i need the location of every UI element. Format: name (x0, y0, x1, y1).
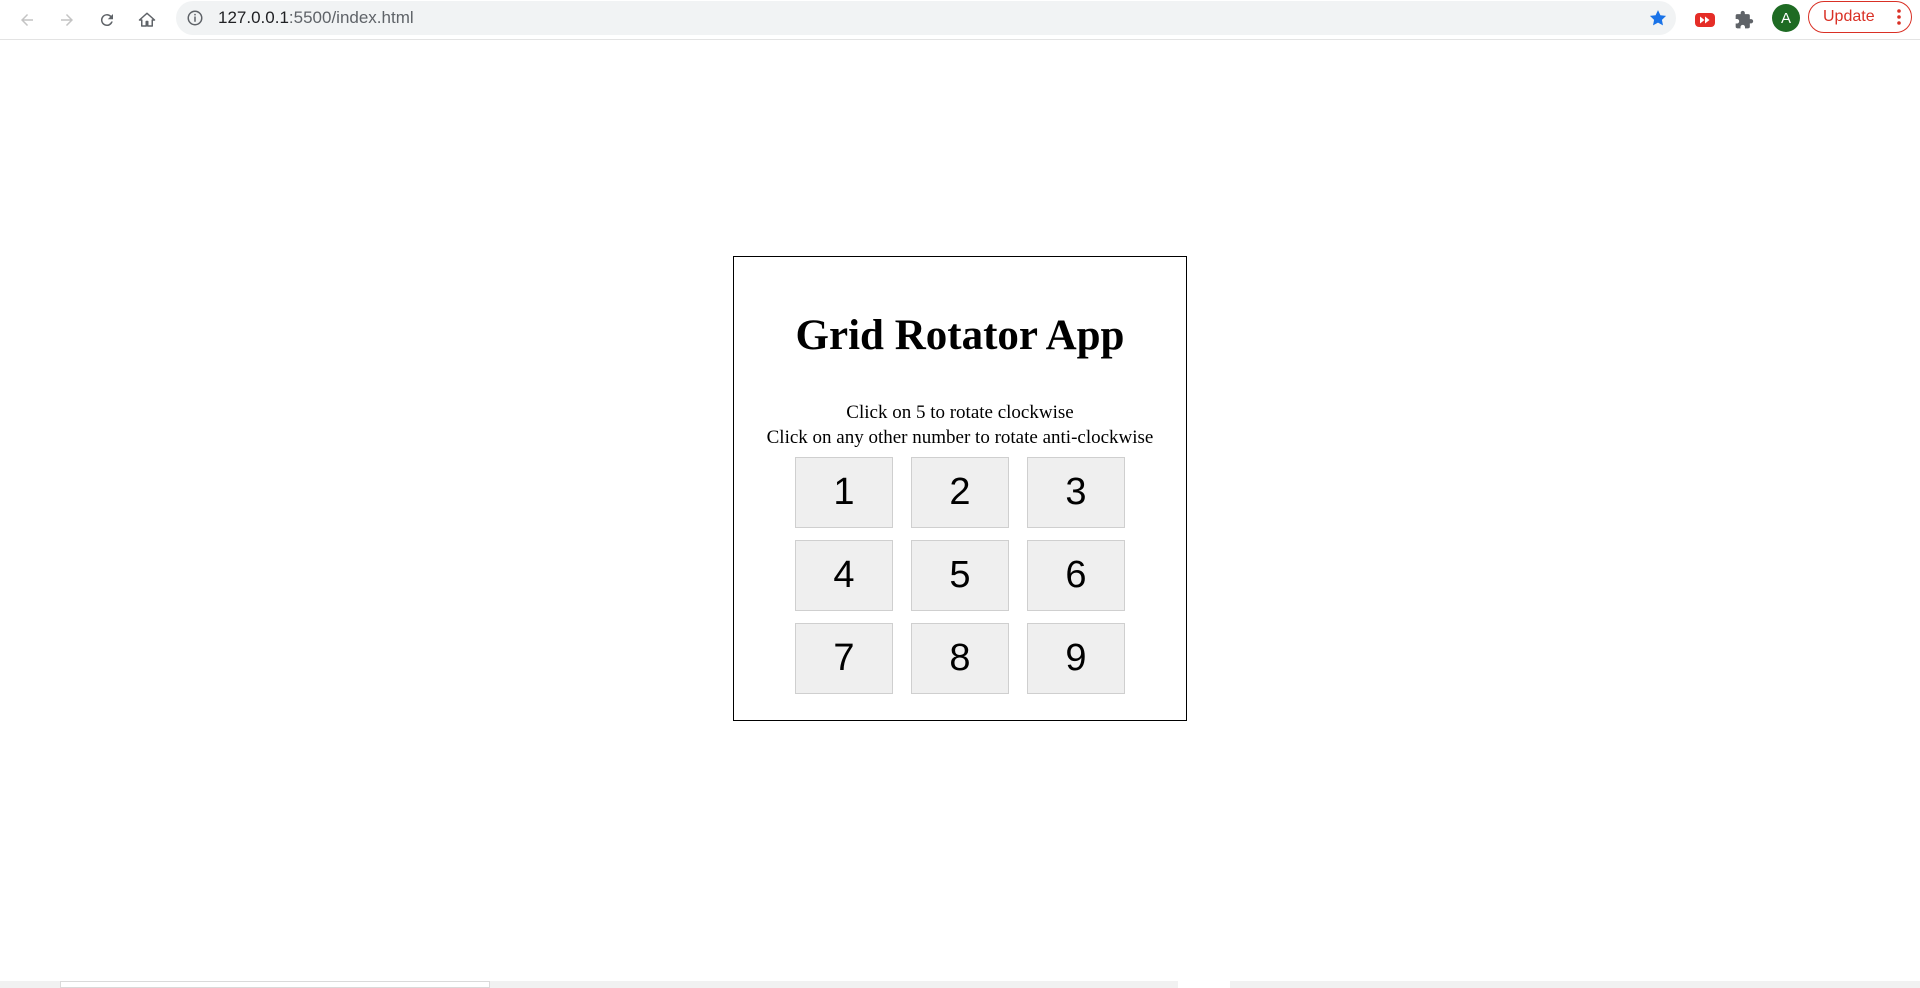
grid-cell-4[interactable]: 4 (795, 540, 893, 611)
forward-button[interactable] (52, 5, 82, 35)
grid-cell-7[interactable]: 7 (795, 623, 893, 694)
profile-avatar[interactable]: A (1772, 4, 1800, 32)
grid-cell-2[interactable]: 2 (911, 457, 1009, 528)
extensions-button[interactable] (1731, 7, 1757, 33)
horizontal-scrollbar[interactable] (0, 981, 1920, 988)
puzzle-icon (1735, 10, 1754, 29)
grid-cell-1[interactable]: 1 (795, 457, 893, 528)
update-label: Update (1823, 8, 1875, 25)
forward-arrow-icon (61, 14, 73, 26)
youtube-extension-button[interactable] (1692, 7, 1718, 33)
url-host: 127.0.0.1 (218, 8, 289, 27)
info-icon[interactable] (186, 9, 204, 27)
instructions: Click on 5 to rotate clockwise Click on … (734, 400, 1186, 450)
grid-cell-3[interactable]: 3 (1027, 457, 1125, 528)
scrollbar-thumb[interactable] (60, 981, 490, 988)
grid-cell-6[interactable]: 6 (1027, 540, 1125, 611)
number-grid: 1 2 3 4 5 6 7 8 9 (795, 457, 1125, 694)
instruction-clockwise: Click on 5 to rotate clockwise (846, 402, 1074, 423)
grid-cell-5[interactable]: 5 (911, 540, 1009, 611)
kebab-menu-icon (1897, 9, 1901, 25)
star-icon[interactable] (1648, 8, 1668, 28)
url-text[interactable]: 127.0.0.1:5500/index.html (218, 8, 414, 28)
instruction-anticlockwise: Click on any other number to rotate anti… (766, 427, 1154, 448)
home-icon (138, 12, 156, 27)
grid-cell-9[interactable]: 9 (1027, 623, 1125, 694)
address-bar[interactable]: 127.0.0.1:5500/index.html (176, 1, 1676, 35)
back-arrow-icon (21, 14, 33, 26)
url-path: :5500/index.html (288, 8, 414, 27)
reload-icon (100, 14, 113, 27)
browser-toolbar: 127.0.0.1:5500/index.html A Update (0, 0, 1920, 40)
update-button[interactable]: Update (1808, 1, 1912, 33)
page-title: Grid Rotator App (795, 312, 1125, 359)
back-button[interactable] (12, 5, 42, 35)
reload-button[interactable] (92, 5, 122, 35)
app-container: Grid Rotator App Click on 5 to rotate cl… (733, 256, 1187, 721)
grid-cell-8[interactable]: 8 (911, 623, 1009, 694)
home-button[interactable] (132, 5, 162, 35)
scrollbar-segment (1178, 981, 1230, 988)
youtube-extension-icon (1695, 13, 1715, 27)
